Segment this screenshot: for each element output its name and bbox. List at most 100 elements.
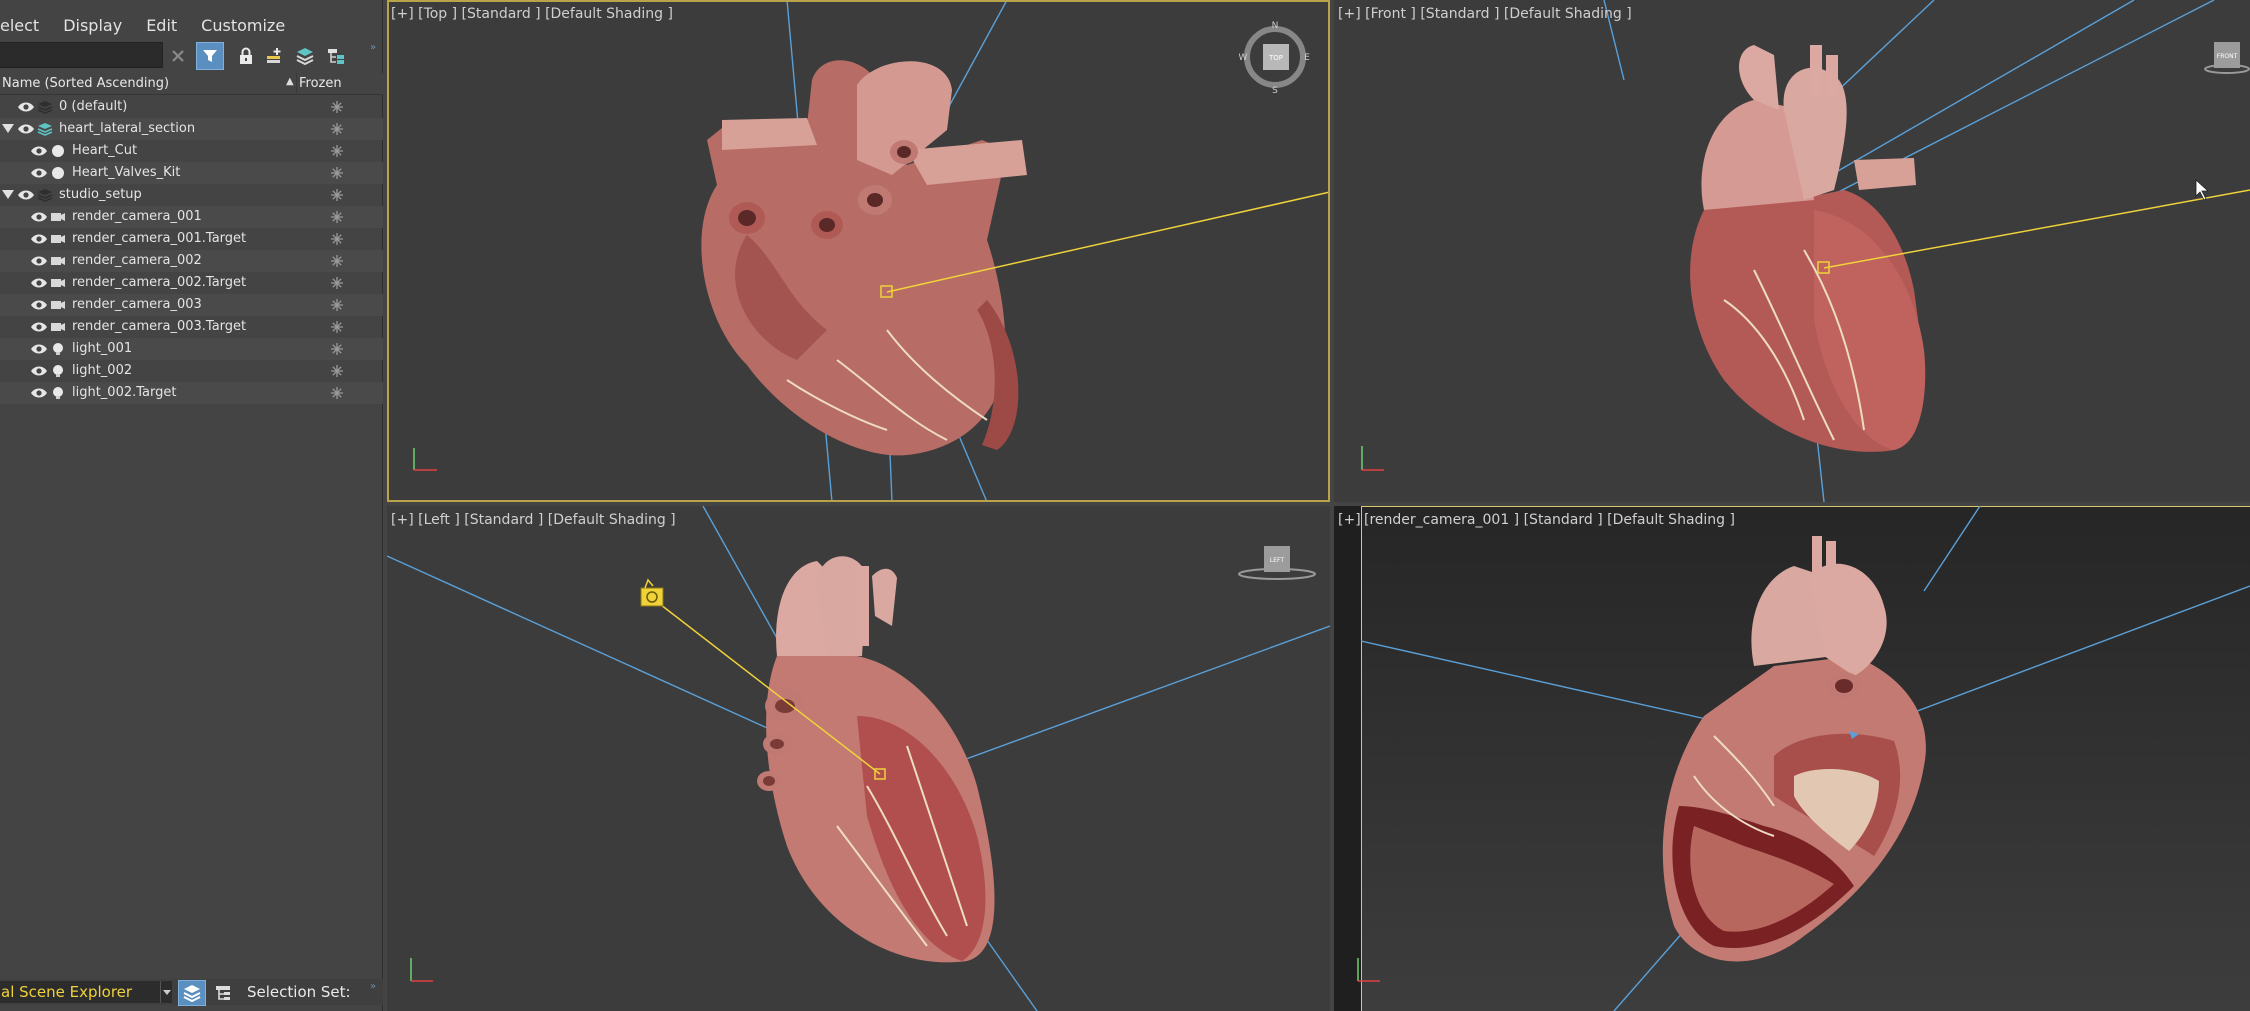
visibility-eye-icon[interactable] [17,189,35,201]
visibility-eye-icon[interactable] [30,387,48,399]
freeze-snowflake-icon[interactable] [330,364,344,378]
visibility-eye-icon[interactable] [30,167,48,179]
tree-row[interactable]: render_camera_003 [0,294,383,316]
viewport-camera-label[interactable]: [render_camera_001 ] [Standard ] [Defaul… [1364,512,1735,528]
column-name-header[interactable]: Name (Sorted Ascending) [2,76,169,91]
svg-text:S: S [1272,86,1278,94]
layers-button[interactable] [291,42,319,70]
tree-row-label: 0 (default) [59,99,128,114]
viewcube-icon[interactable]: LEFT [1237,544,1317,584]
visibility-eye-icon[interactable] [30,277,48,289]
viewport-camera-label-plus[interactable]: [+] [1338,512,1361,528]
tree-row-label: render_camera_003.Target [72,319,247,334]
tree-row[interactable]: light_002.Target [0,382,383,404]
explorer-name-field[interactable]: al Scene Explorer [0,981,160,1003]
layers-icon [296,48,314,65]
visibility-eye-icon[interactable] [30,299,48,311]
tree-row-label: render_camera_002 [72,253,202,268]
light-gizmo-icon[interactable] [640,578,664,607]
freeze-snowflake-icon[interactable] [330,210,344,224]
collapse-bottom-icon[interactable]: » [370,981,376,992]
freeze-snowflake-icon[interactable] [330,254,344,268]
add-layer-button[interactable] [260,42,288,70]
sort-by-layer-button[interactable] [178,980,206,1006]
hierarchy-button[interactable] [322,42,350,70]
tree-row[interactable]: render_camera_001 [0,206,383,228]
tree-row-label: render_camera_001.Target [72,231,247,246]
tree-row[interactable]: Heart_Cut [0,140,383,162]
expand-toggle-icon[interactable] [2,124,14,133]
add-layer-icon [267,48,281,63]
menu-edit[interactable]: Edit [134,16,189,35]
viewport-top[interactable]: [+] [Top ] [Standard ] [Default Shading … [387,0,1330,502]
active-layer-icon [37,123,53,136]
heart-cut-model[interactable] [1662,536,1926,962]
explorer-dropdown-button[interactable] [160,981,172,1003]
freeze-snowflake-icon[interactable] [330,320,344,334]
collapse-panel-icon[interactable]: » [370,42,376,53]
visibility-eye-icon[interactable] [17,123,35,135]
freeze-snowflake-icon[interactable] [330,188,344,202]
freeze-snowflake-icon[interactable] [330,166,344,180]
sort-by-hierarchy-button[interactable] [210,980,236,1006]
layers-icon [183,985,201,1002]
tree-row-label: render_camera_001 [72,209,202,224]
filter-button[interactable] [196,42,224,70]
camera-icon [51,301,65,309]
viewport-front-label[interactable]: [+] [Front ] [Standard ] [Default Shadin… [1338,6,1632,22]
tree-row[interactable]: Heart_Valves_Kit [0,162,383,184]
freeze-snowflake-icon[interactable] [330,276,344,290]
freeze-snowflake-icon[interactable] [330,100,344,114]
search-input[interactable] [0,42,163,68]
viewport-top-label[interactable]: [+] [Top ] [Standard ] [Default Shading … [391,6,673,22]
freeze-snowflake-icon[interactable] [330,298,344,312]
visibility-eye-icon[interactable] [30,255,48,267]
tree-row[interactable]: studio_setup [0,184,383,206]
freeze-snowflake-icon[interactable] [330,342,344,356]
heart-model-left[interactable] [757,556,995,963]
camera-icon [51,257,65,265]
heart-model-front[interactable] [1690,45,1926,452]
tree-row[interactable]: render_camera_001.Target [0,228,383,250]
menu-display[interactable]: Display [51,16,134,35]
lock-button[interactable] [232,42,260,70]
selection-set-label: Selection Set: [247,983,351,1001]
menu-customize[interactable]: Customize [189,16,297,35]
freeze-snowflake-icon[interactable] [330,122,344,136]
axis-tripod [413,448,437,471]
freeze-snowflake-icon[interactable] [330,386,344,400]
viewport-camera[interactable]: [+] [render_camera_001 ] [Standard ] [De… [1334,506,2250,1011]
column-frozen-header[interactable]: Frozen [299,76,342,91]
tree-row[interactable]: 0 (default) [0,96,383,118]
light-bulb-icon [53,387,63,399]
viewport-front[interactable]: [+] [Front ] [Standard ] [Default Shadin… [1334,0,2250,502]
expand-toggle-icon[interactable] [2,190,14,199]
light-bulb-icon [53,365,63,377]
viewcube-icon[interactable]: FRONT [2204,36,2250,80]
tree-row[interactable]: render_camera_002.Target [0,272,383,294]
viewport-left[interactable]: [+] [Left ] [Standard ] [Default Shading… [387,506,1330,1011]
viewport-left-label[interactable]: [+] [Left ] [Standard ] [Default Shading… [391,512,676,528]
visibility-eye-icon[interactable] [30,233,48,245]
heart-model-top[interactable] [701,60,1027,456]
visibility-eye-icon[interactable] [30,321,48,333]
visibility-eye-icon[interactable] [30,145,48,157]
tree-row[interactable]: light_002 [0,360,383,382]
viewport-camera-scene [1357,506,2250,1011]
visibility-eye-icon[interactable] [30,343,48,355]
column-divider[interactable] [296,73,297,95]
viewport-left-scene [387,506,1330,1011]
clear-search-button[interactable] [164,42,192,70]
freeze-snowflake-icon[interactable] [330,144,344,158]
viewcube-compass-icon[interactable]: TOP N E S W [1239,20,1311,94]
menu-select[interactable]: elect [0,16,51,35]
tree-row[interactable]: render_camera_002 [0,250,383,272]
freeze-snowflake-icon[interactable] [330,232,344,246]
visibility-eye-icon[interactable] [30,211,48,223]
tree-row[interactable]: light_001 [0,338,383,360]
visibility-eye-icon[interactable] [17,101,35,113]
viewport-top-scene [413,0,1330,502]
visibility-eye-icon[interactable] [30,365,48,377]
tree-row[interactable]: render_camera_003.Target [0,316,383,338]
tree-row[interactable]: heart_lateral_section [0,118,383,140]
